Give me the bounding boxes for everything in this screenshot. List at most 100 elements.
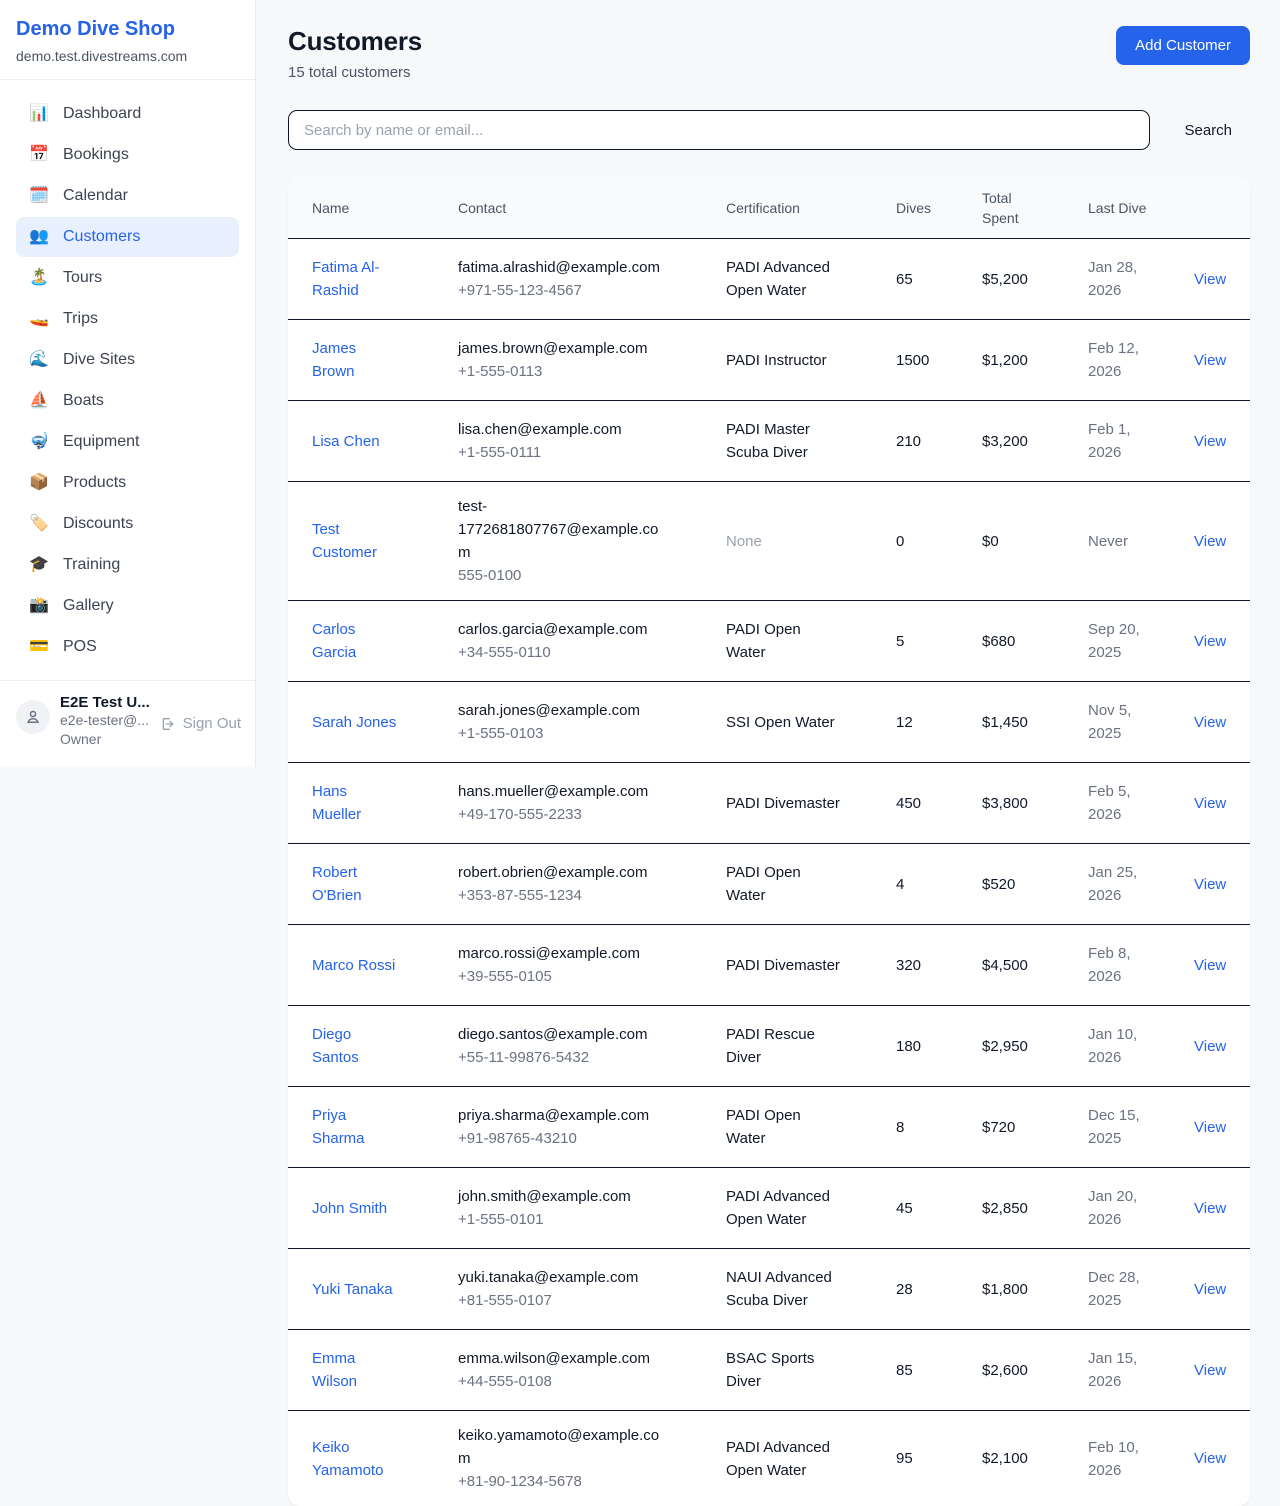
sidebar-item-label: Calendar (63, 187, 128, 205)
customer-name-link[interactable]: Keiko Yamamoto (312, 1439, 383, 1479)
sidebar-item-bookings[interactable]: 📅Bookings (16, 135, 239, 175)
action-cell: View (1170, 954, 1250, 977)
customer-name-link[interactable]: Sarah Jones (312, 714, 396, 731)
customer-name-cell: Test Customer (288, 518, 434, 564)
view-link[interactable]: View (1194, 271, 1226, 288)
customer-name-link[interactable]: Marco Rossi (312, 957, 395, 974)
view-link[interactable]: View (1194, 957, 1226, 974)
search-button[interactable]: Search (1166, 114, 1250, 147)
customer-email: sarah.jones@example.com (458, 699, 668, 722)
customer-name-link[interactable]: Diego Santos (312, 1026, 359, 1066)
customer-name-cell: Fatima Al-Rashid (288, 256, 434, 302)
customer-email: carlos.garcia@example.com (458, 618, 668, 641)
customer-phone: +971-55-123-4567 (458, 279, 668, 302)
view-link[interactable]: View (1194, 1200, 1226, 1217)
customer-email: test-1772681807767@example.com (458, 495, 668, 564)
sidebar-item-label: Discounts (63, 515, 133, 533)
certification-value: PADI Open Water (726, 618, 844, 664)
customer-email: marco.rossi@example.com (458, 942, 668, 965)
people-icon: 👥 (28, 229, 50, 245)
customer-email: lisa.chen@example.com (458, 418, 668, 441)
last-dive-cell: Jan 20, 2026 (1064, 1185, 1170, 1231)
sidebar: Demo Dive Shop demo.test.divestreams.com… (0, 0, 256, 767)
view-link[interactable]: View (1194, 533, 1226, 550)
sidebar-item-label: Gallery (63, 597, 114, 615)
column-header-last-dive: Last Dive (1064, 198, 1170, 218)
view-link[interactable]: View (1194, 352, 1226, 369)
sidebar-item-tours[interactable]: 🏝️Tours (16, 258, 239, 298)
sidebar-item-trips[interactable]: 🚤Trips (16, 299, 239, 339)
view-link[interactable]: View (1194, 1281, 1226, 1298)
user-info: E2E Test U... e2e-tester@... Owner (60, 693, 150, 749)
customer-name-link[interactable]: Test Customer (312, 521, 377, 561)
add-customer-button[interactable]: Add Customer (1116, 26, 1250, 65)
customer-phone: +91-98765-43210 (458, 1127, 668, 1150)
sidebar-item-discounts[interactable]: 🏷️ Discounts (16, 504, 239, 544)
view-link[interactable]: View (1194, 1119, 1226, 1136)
customers-table: NameContactCertificationDivesTotal Spent… (288, 177, 1250, 1506)
sidebar-item-equipment[interactable]: 🤿Equipment (16, 422, 239, 462)
sidebar-item-gallery[interactable]: 📸Gallery (16, 586, 239, 626)
certification-cell: PADI Instructor (702, 349, 872, 372)
sidebar-item-calendar[interactable]: 🗓️ Calendar (16, 176, 239, 216)
total-spent-cell: $1,450 (958, 711, 1064, 734)
customer-name-cell: Yuki Tanaka (288, 1278, 434, 1301)
customer-name-link[interactable]: Fatima Al-Rashid (312, 259, 380, 299)
label-tag-icon: 🏷️ (28, 516, 50, 532)
customer-email: keiko.yamamoto@example.com (458, 1424, 668, 1470)
last-dive-cell: Feb 5, 2026 (1064, 780, 1170, 826)
view-link[interactable]: View (1194, 433, 1226, 450)
spiral-calendar-icon: 🗓️ (28, 188, 50, 204)
view-link[interactable]: View (1194, 714, 1226, 731)
sidebar-item-pos[interactable]: 💳POS (16, 627, 239, 667)
table-row: Test Customer test-1772681807767@example.… (288, 482, 1250, 601)
sidebar-item-label: POS (63, 638, 97, 656)
customer-name-link[interactable]: Carlos Garcia (312, 621, 356, 661)
view-link[interactable]: View (1194, 876, 1226, 893)
view-link[interactable]: View (1194, 1450, 1226, 1467)
certification-value: PADI Open Water (726, 1104, 844, 1150)
last-dive-cell: Feb 12, 2026 (1064, 337, 1170, 383)
contact-cell: lisa.chen@example.com+1-555-0111 (434, 418, 702, 464)
user-email: e2e-tester@... (60, 711, 150, 730)
dives-cell: 320 (872, 954, 958, 977)
view-link[interactable]: View (1194, 795, 1226, 812)
certification-cell: PADI Master Scuba Diver (702, 418, 872, 464)
contact-cell: hans.mueller@example.com+49-170-555-2233 (434, 780, 702, 826)
customer-name-link[interactable]: Emma Wilson (312, 1350, 357, 1390)
last-dive-cell: Dec 28, 2025 (1064, 1266, 1170, 1312)
customer-name-link[interactable]: Robert O'Brien (312, 864, 362, 904)
customer-name-link[interactable]: Priya Sharma (312, 1107, 365, 1147)
customer-name-cell: Carlos Garcia (288, 618, 434, 664)
view-link[interactable]: View (1194, 1038, 1226, 1055)
customer-name-link[interactable]: Yuki Tanaka (312, 1281, 393, 1298)
view-link[interactable]: View (1194, 633, 1226, 650)
table-row: Fatima Al-Rashidfatima.alrashid@example.… (288, 239, 1250, 320)
dives-cell: 45 (872, 1197, 958, 1220)
customer-name-link[interactable]: Hans Mueller (312, 783, 361, 823)
sidebar-item-products[interactable]: 📦Products (16, 463, 239, 503)
sidebar-item-customers[interactable]: 👥Customers (16, 217, 239, 257)
sign-out-button[interactable]: Sign Out (160, 715, 241, 732)
search-input[interactable] (288, 110, 1150, 150)
contact-cell: sarah.jones@example.com+1-555-0103 (434, 699, 702, 745)
contact-cell: emma.wilson@example.com+44-555-0108 (434, 1347, 702, 1393)
last-dive-cell: Jan 25, 2026 (1064, 861, 1170, 907)
sidebar-item-boats[interactable]: ⛵Boats (16, 381, 239, 421)
action-cell: View (1170, 1447, 1250, 1470)
sidebar-item-dive-sites[interactable]: 🌊Dive Sites (16, 340, 239, 380)
action-cell: View (1170, 430, 1250, 453)
view-link[interactable]: View (1194, 1362, 1226, 1379)
contact-cell: robert.obrien@example.com+353-87-555-123… (434, 861, 702, 907)
column-header-contact: Contact (434, 198, 702, 218)
sidebar-item-dashboard[interactable]: 📊Dashboard (16, 94, 239, 134)
contact-cell: marco.rossi@example.com+39-555-0105 (434, 942, 702, 988)
certification-value: PADI Advanced Open Water (726, 1436, 844, 1482)
sidebar-item-training[interactable]: 🎓Training (16, 545, 239, 585)
customer-name-link[interactable]: John Smith (312, 1200, 387, 1217)
action-cell: View (1170, 792, 1250, 815)
customer-phone: +1-555-0113 (458, 360, 668, 383)
customer-name-link[interactable]: James Brown (312, 340, 356, 380)
customer-name-link[interactable]: Lisa Chen (312, 433, 380, 450)
customer-phone: +353-87-555-1234 (458, 884, 668, 907)
